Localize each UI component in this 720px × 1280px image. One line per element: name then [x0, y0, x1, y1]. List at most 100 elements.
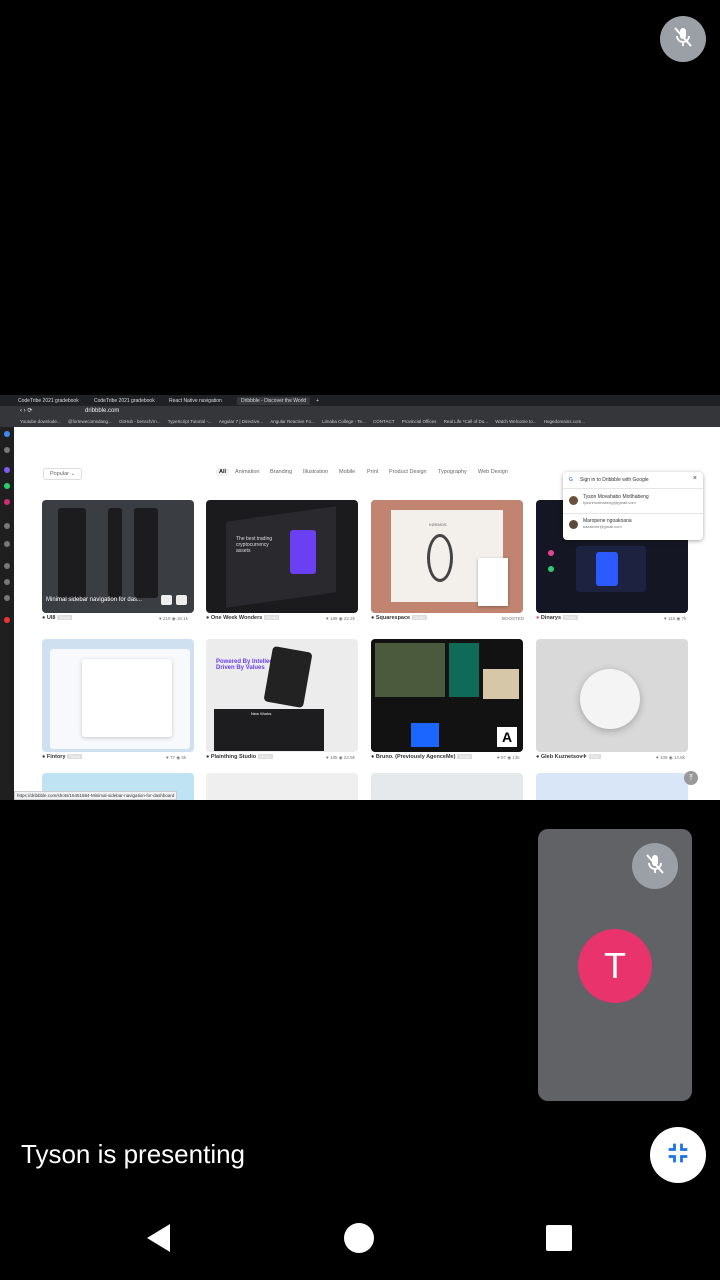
signin-title: Sign in to Dribbble with Google — [580, 477, 649, 483]
bookmark[interactable]: Limaba College - Te... — [322, 417, 366, 427]
shot-author[interactable]: ● Bruno. (Previously AgenceMe) TEAM — [371, 754, 473, 760]
url-text[interactable]: dribbble.com — [85, 408, 119, 414]
recents-button[interactable] — [546, 1225, 572, 1251]
shot-card[interactable]: Minimal sidebar navigation for das... — [42, 500, 194, 613]
sidebar-app-icon[interactable] — [4, 541, 10, 547]
bookmark[interactable]: @fortewecomsdang... — [68, 417, 112, 427]
shot-author[interactable]: ● Plainthing Studio TEAM — [206, 754, 273, 760]
shot-stats: ♥ 97 ◉ 13k — [497, 755, 520, 760]
popular-label: Popular — [50, 471, 69, 477]
google-g-icon: G — [569, 477, 573, 483]
status-url: https://dribbble.com/shots/16451584-Mini… — [14, 791, 178, 800]
browser-tab-active[interactable]: Dribbble - Discover the World — [237, 397, 311, 405]
bookmark[interactable]: Real Life *Call of Du... — [444, 417, 488, 427]
sidebar-app-icon[interactable] — [4, 595, 10, 601]
bookmark[interactable]: GitHub - bensch/rn... — [119, 417, 161, 427]
category-animation[interactable]: Animation — [235, 469, 259, 475]
sidebar-app-icon[interactable] — [4, 467, 10, 473]
shot-stats: ♥ 188 ◉ 22.2k — [326, 616, 355, 621]
sidebar-app-icon[interactable] — [4, 563, 10, 569]
bookmark[interactable]: Angular 7 | Directive... — [219, 417, 263, 427]
account-option[interactable]: Tyson Movahabo Motlhabeng tysonmotlhabeng… — [583, 494, 649, 505]
shot-card[interactable]: KØSMOS — [371, 500, 523, 613]
browser-sidebar — [0, 427, 14, 800]
shot-card[interactable] — [371, 773, 523, 800]
card-text: New Works — [251, 711, 272, 716]
avatar-initial: T — [604, 945, 626, 986]
mic-off-icon — [643, 852, 667, 881]
category-typography[interactable]: Typography — [438, 469, 467, 475]
shot-author[interactable]: ● One Week Wonders TEAM — [206, 615, 279, 621]
sidebar-app-icon[interactable] — [4, 617, 10, 623]
bookmark[interactable]: Hugedomains.com... — [544, 417, 585, 427]
shot-author[interactable]: ● Gleb Kuznetsov✈ PRO — [536, 754, 602, 760]
browser-tab[interactable]: CodeTribe 2021 gradebook — [14, 397, 83, 405]
category-illustration[interactable]: Illustration — [303, 469, 328, 475]
browser-tab[interactable]: React Native navigation — [165, 397, 226, 405]
participant-tile[interactable]: T — [538, 829, 692, 1101]
mic-off-indicator — [660, 16, 706, 62]
participant-avatar: T — [578, 929, 652, 1003]
shot-stats: ♥ 185 ◉ 22.9k — [326, 755, 355, 760]
account-option[interactable]: Maropene ngoakoana kazatomr@gmail.com — [583, 518, 632, 529]
shot-title-overlay: Minimal sidebar navigation for das... — [46, 597, 143, 603]
android-nav-bar — [0, 1196, 720, 1280]
participant-mic-off — [632, 843, 678, 889]
nav-arrows-icon[interactable]: ‹ › ⟳ — [20, 407, 32, 414]
shot-stats: ♥ 109 ◉ 14.8k — [656, 755, 685, 760]
shot-author[interactable]: ● UI8 TEAM — [42, 615, 73, 621]
bookmark[interactable]: Provincial Offices — [402, 417, 437, 427]
sidebar-app-icon[interactable] — [4, 431, 10, 437]
home-button[interactable] — [344, 1223, 374, 1253]
category-web-design[interactable]: Web Design — [478, 469, 508, 475]
scroll-top-icon[interactable]: ⤒ — [684, 771, 698, 785]
like-icon[interactable] — [176, 595, 187, 605]
address-bar[interactable]: ‹ › ⟳ dribbble.com — [0, 406, 720, 417]
minimize-icon — [664, 1139, 692, 1172]
popular-dropdown[interactable]: Popular ⌄ — [43, 468, 83, 480]
browser-tab-bar: CodeTribe 2021 gradebook CodeTribe 2021 … — [0, 395, 720, 406]
bookmark[interactable]: TypeScript Tutorial -... — [168, 417, 212, 427]
card-text: Powered By Intellect Driven By Values — [216, 659, 275, 671]
sidebar-app-icon[interactable] — [4, 483, 10, 489]
bookmarks-bar: Youtube downlode... @fortewecomsdang... … — [0, 417, 720, 427]
shot-author[interactable]: ● Squarespace TEAM — [371, 615, 427, 621]
shot-author[interactable]: ● Fintory TEAM — [42, 754, 83, 760]
shot-card[interactable] — [42, 639, 194, 752]
shot-card[interactable] — [536, 773, 688, 800]
bookmark[interactable]: Angular Reactive Fo... — [270, 417, 315, 427]
category-mobile[interactable]: Mobile — [339, 469, 355, 475]
bookmark[interactable]: Watch Welcome to... — [495, 417, 536, 427]
exit-fullscreen-button[interactable] — [650, 1127, 706, 1183]
sidebar-app-icon[interactable] — [4, 447, 10, 453]
avatar — [569, 520, 578, 529]
shot-card[interactable]: The best trading cryptocurrency assets — [206, 500, 358, 613]
google-signin-popup: G Sign in to Dribbble with Google × Tyso… — [563, 472, 703, 540]
shot-card[interactable]: A — [371, 639, 523, 752]
category-branding[interactable]: Branding — [270, 469, 292, 475]
back-button[interactable] — [146, 1223, 172, 1258]
close-icon[interactable]: × — [693, 475, 697, 482]
shot-stats: ♥ 116 ◉ 7k — [664, 616, 687, 621]
sidebar-app-icon[interactable] — [4, 499, 10, 505]
avatar — [569, 496, 578, 505]
shared-screen[interactable]: CodeTribe 2021 gradebook CodeTribe 2021 … — [0, 395, 720, 800]
dribbble-page: Popular ⌄ All Animation Branding Illustr… — [14, 427, 720, 800]
category-all[interactable]: All — [216, 468, 230, 476]
browser-tab[interactable]: CodeTribe 2021 gradebook — [90, 397, 159, 405]
bookmark[interactable]: CONTACT — [373, 417, 394, 427]
shot-card[interactable] — [536, 639, 688, 752]
boosted-label: BOOSTED — [502, 616, 525, 621]
shot-author[interactable]: ● Dinarys TEAM — [536, 615, 578, 621]
save-icon[interactable] — [161, 595, 172, 605]
sidebar-app-icon[interactable] — [4, 523, 10, 529]
new-tab-icon[interactable]: + — [312, 397, 323, 405]
shot-card[interactable] — [206, 773, 358, 800]
shot-stats: ♥ 77 ◉ 5k — [166, 755, 187, 760]
category-product-design[interactable]: Product Design — [389, 469, 427, 475]
card-text: KØSMOS — [429, 522, 447, 527]
category-print[interactable]: Print — [367, 469, 378, 475]
sidebar-app-icon[interactable] — [4, 579, 10, 585]
shot-card[interactable]: Powered By Intellect Driven By Values Ne… — [206, 639, 358, 752]
bookmark[interactable]: Youtube downlode... — [20, 417, 61, 427]
